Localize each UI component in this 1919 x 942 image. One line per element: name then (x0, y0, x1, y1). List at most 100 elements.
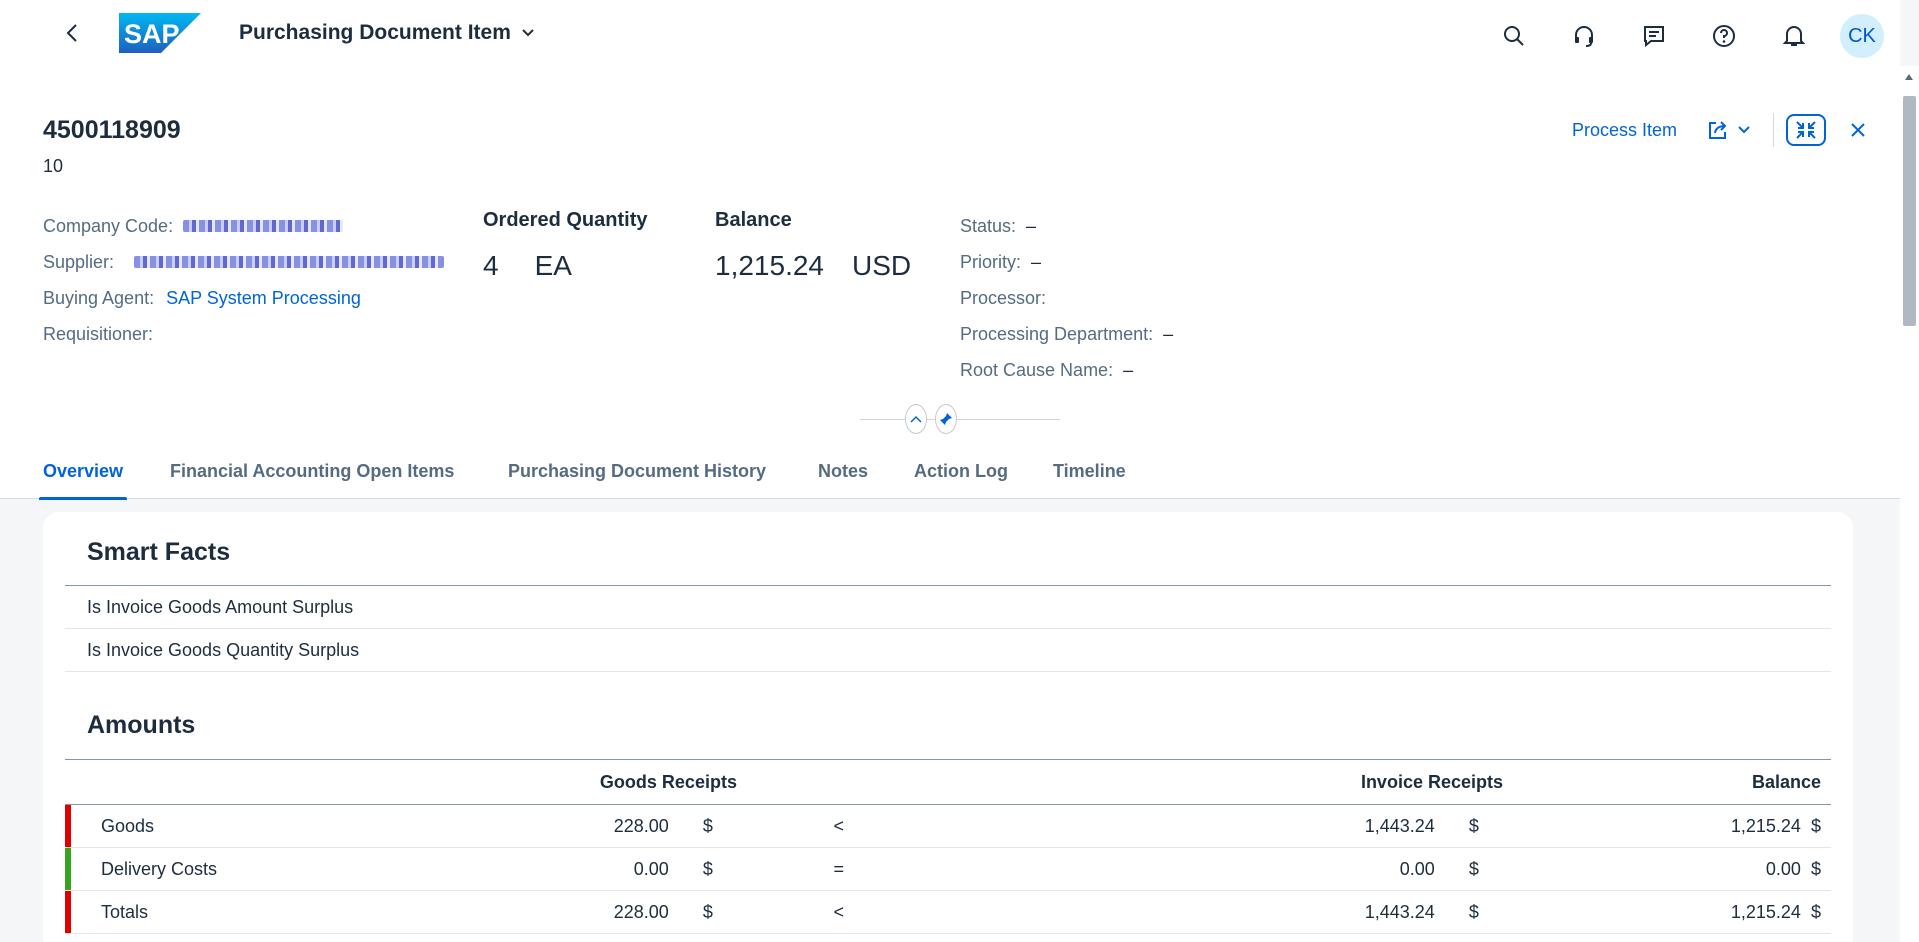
currency: $ (1468, 901, 1479, 922)
currency: $ (1810, 815, 1821, 836)
amounts-title: Amounts (87, 711, 196, 739)
currency: $ (702, 815, 713, 836)
company-code-label: Company Code: (43, 215, 174, 236)
goods-receipts-amount: 228.00 (613, 815, 669, 836)
scrollbar-thumb[interactable] (1903, 96, 1916, 326)
table-row[interactable]: Delivery Costs 0.00 $ = 0.00 $ 0.00 $ (65, 848, 1831, 891)
sap-logo[interactable]: SAP (119, 13, 201, 53)
comparison: = (833, 858, 844, 879)
kpi-unit: EA (534, 250, 572, 281)
status-indicator (65, 805, 71, 847)
collapse-header-button[interactable] (905, 404, 927, 434)
supplier-value-redacted[interactable] (134, 256, 445, 268)
tab-purchasing-document-history[interactable]: Purchasing Document History (508, 444, 766, 499)
feedback-icon (1644, 26, 1664, 48)
buying-agent-label: Buying Agent: (43, 287, 155, 308)
priority-value: – (1031, 251, 1042, 272)
row-label: Delivery Costs (101, 858, 218, 879)
comparison: < (833, 815, 844, 836)
goods-receipts-amount: 0.00 (633, 858, 669, 879)
tab-action-log[interactable]: Action Log (914, 444, 1008, 499)
avatar[interactable]: CK (1840, 14, 1884, 58)
exit-fullscreen-icon (1796, 121, 1816, 139)
status-indicator (65, 891, 71, 933)
kpi-ordered-quantity: Ordered Quantity 4 EA (483, 209, 647, 282)
scroll-up-icon[interactable] (1905, 74, 1913, 80)
page-title: 4500118909 (43, 116, 181, 144)
header-fields-left: Company Code: Supplier: Buying Agent: SA… (43, 208, 445, 352)
row-label: Totals (101, 901, 149, 922)
back-button[interactable] (60, 21, 84, 45)
tab-timeline[interactable]: Timeline (1053, 444, 1126, 499)
help-icon (1713, 25, 1735, 47)
invoice-receipts-amount: 1,443.24 (1364, 815, 1435, 836)
currency: $ (702, 901, 713, 922)
list-item[interactable]: Is Invoice Goods Quantity Surplus (65, 629, 1831, 672)
status-label: Status: (960, 215, 1017, 236)
status-value: – (1026, 215, 1037, 236)
shell-bar: SAP Purchasing Document Item CK (0, 0, 1900, 66)
processor-label: Processor: (960, 287, 1047, 308)
chevron-down-icon (522, 29, 534, 37)
app-title-menu[interactable]: Purchasing Document Item (239, 21, 535, 45)
column-header (65, 760, 358, 805)
header-fields-right: Status: – Priority: – Processor: Processin… (960, 208, 1173, 388)
table-row[interactable]: Totals 228.00 $ < 1,443.24 $ 1,215.24 $ (65, 891, 1831, 934)
currency: $ (1468, 815, 1479, 836)
pin-header-button[interactable] (935, 404, 957, 434)
app-title: Purchasing Document Item (239, 21, 511, 44)
balance-amount: 0.00 (1765, 858, 1801, 879)
page-subtitle: 10 (43, 156, 64, 176)
root-cause-value: – (1123, 359, 1134, 380)
support-icon (1575, 26, 1593, 47)
process-item-button[interactable]: Process Item (1572, 120, 1677, 141)
tab-financial-accounting-open-items[interactable]: Financial Accounting Open Items (170, 444, 454, 499)
list-item[interactable]: Is Invoice Goods Amount Surplus (65, 586, 1831, 629)
table-header-row: Goods Receipts Invoice Receipts Balance (65, 759, 1831, 805)
kpi-value: 1,215.24 (715, 250, 824, 281)
status-indicator (65, 848, 71, 890)
divider (1773, 113, 1774, 147)
notifications-button[interactable] (1774, 16, 1814, 56)
comparison: < (833, 901, 844, 922)
currency: $ (1810, 858, 1821, 879)
vertical-scrollbar[interactable] (1900, 66, 1919, 942)
processing-department-label: Processing Department: (960, 323, 1154, 344)
column-header-balance: Balance (1751, 771, 1821, 792)
svg-text:SAP: SAP (124, 19, 180, 49)
kpi-label: Ordered Quantity (483, 209, 648, 231)
smart-facts-list: Is Invoice Goods Amount Surplus Is Invoi… (65, 585, 1831, 672)
feedback-button[interactable] (1634, 16, 1674, 56)
smart-facts-title: Smart Facts (87, 538, 231, 566)
requisitioner-label: Requisitioner: (43, 323, 154, 344)
tab-bar: Overview Financial Accounting Open Items… (0, 444, 1900, 500)
column-header-invoice-receipts: Invoice Receipts (1360, 771, 1503, 792)
support-button[interactable] (1564, 16, 1604, 56)
column-header-goods-receipts: Goods Receipts (599, 771, 737, 792)
balance-amount: 1,215.24 (1730, 901, 1801, 922)
back-icon (66, 24, 77, 42)
search-button[interactable] (1494, 16, 1534, 56)
priority-label: Priority: (960, 251, 1022, 272)
kpi-label: Balance (715, 209, 792, 231)
amounts-table: Goods Receipts Invoice Receipts Balance … (65, 759, 1831, 934)
invoice-receipts-amount: 0.00 (1399, 858, 1435, 879)
overview-card: Smart Facts Is Invoice Goods Amount Surp… (43, 512, 1853, 942)
tab-notes[interactable]: Notes (818, 444, 868, 499)
goods-receipts-amount: 228.00 (613, 901, 669, 922)
tab-overview[interactable]: Overview (38, 444, 128, 500)
table-row[interactable]: Goods 228.00 $ < 1,443.24 $ 1,215.24 $ (65, 805, 1831, 848)
currency: $ (702, 858, 713, 879)
currency: $ (1810, 901, 1821, 922)
buying-agent-link[interactable]: SAP System Processing (166, 288, 361, 309)
help-button[interactable] (1704, 16, 1744, 56)
close-button[interactable] (1846, 118, 1870, 142)
share-button[interactable] (1707, 119, 1751, 141)
exit-fullscreen-button[interactable] (1786, 114, 1826, 146)
search-icon (1504, 26, 1524, 46)
kpi-balance: Balance 1,215.24 USD (715, 209, 911, 282)
balance-amount: 1,215.24 (1730, 815, 1801, 836)
object-header: 4500118909 10 Process Item Company Code:… (0, 66, 1900, 500)
supplier-label: Supplier: (43, 251, 115, 272)
root-cause-label: Root Cause Name: (960, 359, 1114, 380)
